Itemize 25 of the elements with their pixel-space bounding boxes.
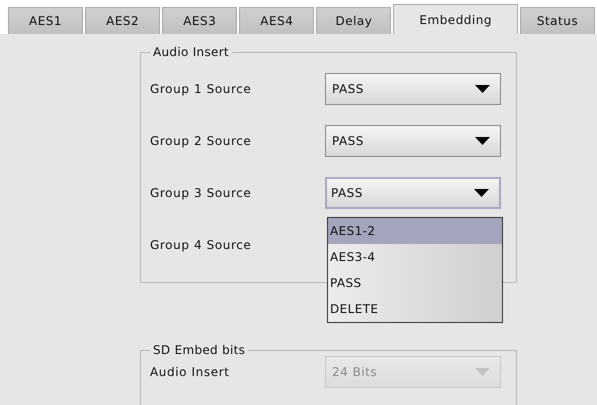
caret-icon bbox=[475, 85, 490, 93]
dropdown-option[interactable]: AES1-2 bbox=[328, 218, 502, 244]
dropdown[interactable]: PASS bbox=[325, 125, 501, 157]
caret-icon bbox=[475, 368, 490, 376]
field-label: Group 1 Source bbox=[150, 82, 252, 96]
field-label: Group 2 Source bbox=[150, 134, 252, 148]
tab[interactable]: Status bbox=[520, 7, 596, 34]
tab[interactable]: Delay bbox=[316, 7, 392, 34]
dropdown-option[interactable]: AES3-4 bbox=[328, 244, 502, 270]
dropdown[interactable]: PASS bbox=[325, 73, 501, 105]
tab[interactable]: AES1 bbox=[8, 7, 84, 34]
group-title: SD Embed bits bbox=[152, 343, 246, 357]
tab[interactable]: AES4 bbox=[239, 7, 314, 34]
dropdown-option[interactable]: PASS bbox=[328, 270, 502, 296]
tab[interactable]: AES3 bbox=[162, 7, 238, 34]
caret-icon bbox=[475, 137, 490, 145]
dropdown[interactable]: PASS bbox=[325, 177, 501, 209]
field-label: Group 4 Source bbox=[150, 238, 252, 252]
field-label: Group 3 Source bbox=[150, 186, 252, 200]
caret-icon bbox=[474, 189, 489, 197]
field-label: Audio Insert bbox=[150, 365, 231, 379]
tab[interactable]: Embedding bbox=[393, 4, 518, 34]
dropdown-option[interactable]: DELETE bbox=[328, 296, 502, 322]
tab[interactable]: AES2 bbox=[85, 7, 160, 34]
group-title: Audio Insert bbox=[152, 45, 230, 59]
